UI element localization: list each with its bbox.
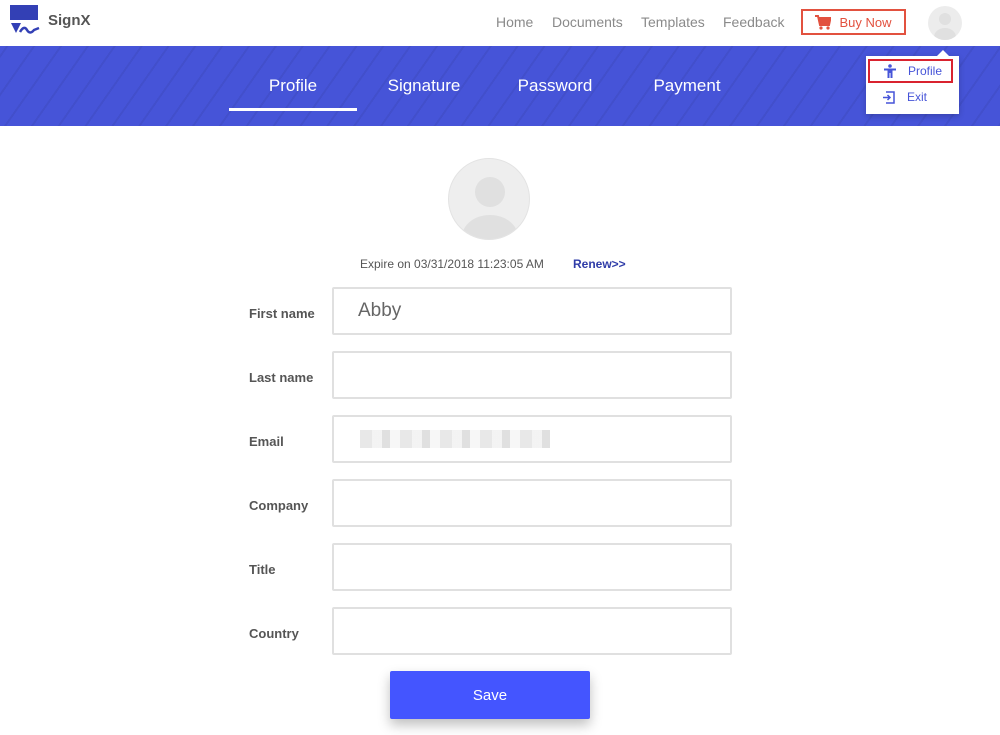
menu-item-exit-label: Exit xyxy=(907,90,928,104)
nav-home[interactable]: Home xyxy=(496,14,533,30)
country-label: Country xyxy=(249,626,299,641)
menu-item-profile[interactable]: Profile xyxy=(868,59,953,83)
title-input[interactable] xyxy=(332,543,732,591)
nav-documents[interactable]: Documents xyxy=(552,14,623,30)
menu-item-profile-label: Profile xyxy=(908,64,943,78)
tab-banner: Profile Signature Password Payment xyxy=(0,46,1000,126)
brand-name: SignX xyxy=(48,12,91,29)
menu-item-exit[interactable]: Exit xyxy=(868,85,953,109)
profile-avatar[interactable] xyxy=(448,158,530,240)
company-label: Company xyxy=(249,498,309,513)
exit-icon xyxy=(883,90,895,104)
tab-payment[interactable]: Payment xyxy=(653,76,720,96)
first-name-input[interactable] xyxy=(332,287,732,335)
nav-feedback[interactable]: Feedback xyxy=(723,14,784,30)
last-name-input[interactable] xyxy=(332,351,732,399)
user-dropdown-menu: Profile Exit xyxy=(866,50,959,114)
country-input[interactable] xyxy=(332,607,732,655)
email-redacted-blur xyxy=(360,430,550,448)
title-label: Title xyxy=(249,562,276,577)
last-name-label: Last name xyxy=(249,370,314,385)
user-icon xyxy=(934,13,956,40)
signx-logo-icon[interactable] xyxy=(10,5,42,37)
active-tab-indicator xyxy=(229,108,357,111)
user-placeholder-icon xyxy=(462,177,518,239)
accessibility-person-icon xyxy=(884,64,896,78)
nav-templates[interactable]: Templates xyxy=(641,14,705,30)
top-navbar: SignX Home Documents Templates Feedback … xyxy=(0,0,1000,46)
email-label: Email xyxy=(249,434,284,449)
buy-now-button[interactable]: Buy Now xyxy=(801,9,906,35)
buy-now-label: Buy Now xyxy=(839,14,892,30)
tab-profile[interactable]: Profile xyxy=(269,76,317,96)
save-button[interactable]: Save xyxy=(390,671,590,719)
tab-signature[interactable]: Signature xyxy=(388,76,461,96)
user-avatar-button[interactable] xyxy=(928,6,962,40)
company-input[interactable] xyxy=(332,479,732,527)
cart-icon xyxy=(815,14,832,30)
expire-text: Expire on 03/31/2018 11:23:05 AM xyxy=(360,257,544,271)
first-name-label: First name xyxy=(249,306,315,321)
tab-password[interactable]: Password xyxy=(518,76,593,96)
renew-link[interactable]: Renew>> xyxy=(573,257,626,271)
